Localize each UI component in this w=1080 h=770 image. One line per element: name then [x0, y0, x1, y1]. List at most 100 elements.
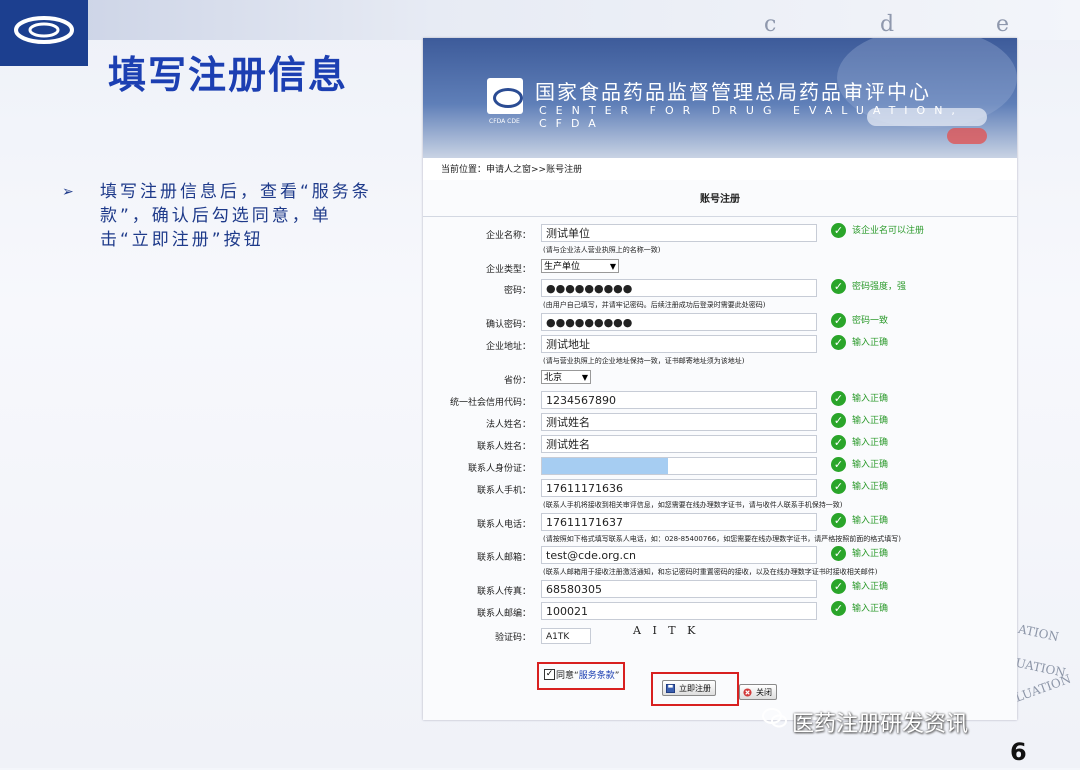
captcha-image[interactable]: A I T K [633, 624, 699, 637]
company-name-input[interactable]: 测试单位 [541, 224, 817, 242]
check-circle-icon: ✓ [831, 313, 846, 328]
slide-title: 填写注册信息 [108, 53, 349, 97]
check-circle-icon: ✓ [831, 391, 846, 406]
agree-terms: ✓ 同意“服务条款” [537, 662, 625, 690]
page-number: 6 [1010, 738, 1027, 766]
company-name-hint: (请与企业法人营业执照上的名称一致) [543, 246, 661, 254]
agree-label: 同意“服务条款” [556, 671, 620, 681]
province-select[interactable]: 北京 ▼ [541, 370, 591, 384]
register-button[interactable]: 立即注册 [662, 680, 716, 696]
watermark-letter-c: c [764, 12, 777, 37]
company-name-label: 企业名称： [485, 231, 531, 241]
company-address-input[interactable]: 测试地址 [541, 335, 817, 353]
contact-postcode-label: 联系人邮编： [476, 609, 531, 619]
contact-email-hint: (联系人邮箱用于接收注册激活通知，和忘记密码时重置密码的接收，以及在线办理数字证… [543, 568, 878, 576]
password-input[interactable]: ●●●●●●●●● [541, 279, 817, 297]
logo-caption: CFDA CDE [489, 118, 520, 125]
credit-code-input[interactable]: 1234567890 [541, 391, 817, 409]
save-icon [666, 684, 675, 693]
contact-phone-label: 联系人电话： [476, 520, 531, 530]
legal-person-input[interactable]: 测试姓名 [541, 413, 817, 431]
site-name-en: CENTER FOR DRUG EVALUATION, CFDA [539, 104, 964, 130]
password-label: 密码： [503, 286, 531, 296]
contact-postcode-status: ✓ 输入正确 [831, 601, 888, 616]
contact-phone-hint: (请按照如下格式填写联系人电话，如：028-85400766，如您需要在线办理数… [543, 535, 901, 543]
close-icon [743, 688, 752, 697]
contact-mobile-status: ✓ 输入正确 [831, 479, 888, 494]
contact-fax-input[interactable]: 68580305 [541, 580, 817, 598]
contact-mobile-input[interactable]: 17611171636 [541, 479, 817, 497]
confirm-password-input[interactable]: ●●●●●●●●● [541, 313, 817, 331]
company-address-label: 企业地址： [485, 342, 531, 352]
check-circle-icon: ✓ [831, 223, 846, 238]
contact-email-status: ✓ 输入正确 [831, 546, 888, 561]
agree-checkbox[interactable]: ✓ [544, 669, 555, 680]
legal-person-label: 法人姓名： [485, 420, 531, 430]
redacted-area [542, 458, 668, 474]
check-circle-icon: ✓ [831, 335, 846, 350]
confirm-password-label: 确认密码： [485, 320, 531, 330]
check-circle-icon: ✓ [831, 279, 846, 294]
terms-link[interactable]: 服务条款 [579, 671, 615, 681]
company-address-hint: (请与营业执照上的企业地址保持一致，证书邮寄地址须为该地址) [543, 357, 745, 365]
password-hint: (由用户自己填写，并请牢记密码。后续注册成功后登录时需要此处密码) [543, 301, 766, 309]
credit-code-label: 统一社会信用代码： [449, 398, 531, 408]
contact-fax-status: ✓ 输入正确 [831, 579, 888, 594]
site-banner: CFDA CDE 国家食品药品监督管理总局药品审评中心 CENTER FOR D… [423, 38, 1017, 158]
contact-mobile-label: 联系人手机： [476, 486, 531, 496]
contact-fax-label: 联系人传真： [476, 587, 531, 597]
company-address-status: ✓ 输入正确 [831, 335, 888, 350]
contact-name-label: 联系人姓名： [476, 442, 531, 452]
cde-logo [0, 0, 88, 66]
form-header: 账号注册 [423, 180, 1017, 217]
contact-id-input[interactable] [541, 457, 817, 475]
legal-person-status: ✓ 输入正确 [831, 413, 888, 428]
bullet-text: 填写注册信息后，查看“服务条款”，确认后勾选同意，单击“立即注册”按钮 [100, 182, 372, 250]
close-button[interactable]: 关闭 [739, 684, 777, 700]
wechat-account-label: 医药注册研发资讯 [792, 712, 969, 737]
contact-mobile-hint: (联系人手机将接收到相关审评信息，如您需要在线办理数字证书，请与收件人联系手机保… [543, 501, 843, 509]
registration-screenshot: CFDA CDE 国家食品药品监督管理总局药品审评中心 CENTER FOR D… [423, 38, 1017, 720]
cde-logo-icon [14, 16, 74, 44]
confirm-password-status: ✓ 密码一致 [831, 313, 888, 328]
corner-word-1: ATION [1016, 621, 1061, 645]
chevron-down-icon: ▼ [609, 262, 616, 271]
captcha-input[interactable]: A1TK [541, 628, 591, 644]
site-name-cn: 国家食品药品监督管理总局药品审评中心 [535, 80, 931, 104]
check-circle-icon: ✓ [831, 457, 846, 472]
contact-email-label: 联系人邮箱： [476, 553, 531, 563]
wechat-icon [762, 708, 787, 728]
cfda-logo-icon [487, 78, 523, 114]
check-circle-icon: ✓ [831, 513, 846, 528]
company-type-label: 企业类型： [485, 265, 531, 275]
chevron-down-icon: ▼ [581, 373, 588, 382]
form-title: 账号注册 [700, 194, 740, 205]
contact-phone-input[interactable]: 17611171637 [541, 513, 817, 531]
contact-postcode-input[interactable]: 100021 [541, 602, 817, 620]
arrow-right-icon: ➢ [62, 184, 77, 200]
slide-top-band [0, 0, 1080, 40]
captcha-label: 验证码： [494, 633, 531, 643]
check-circle-icon: ✓ [831, 546, 846, 561]
check-circle-icon: ✓ [831, 579, 846, 594]
watermark-letter-d: d [880, 12, 895, 37]
breadcrumb: 当前位置：申请人之窗>>账号注册 [441, 165, 583, 175]
bullet-point: ➢ 填写注册信息后，查看“服务条款”，确认后勾选同意，单击“立即注册”按钮 [62, 180, 372, 252]
contact-name-status: ✓ 输入正确 [831, 435, 888, 450]
contact-id-label: 联系人身份证： [467, 464, 531, 474]
submit-highlight: 立即注册 [651, 672, 739, 706]
contact-name-input[interactable]: 测试姓名 [541, 435, 817, 453]
company-type-select[interactable]: 生产单位 ▼ [541, 259, 619, 273]
province-label: 省份： [503, 376, 531, 386]
contact-phone-status: ✓ 输入正确 [831, 513, 888, 528]
contact-email-input[interactable]: test@cde.org.cn [541, 546, 817, 564]
check-circle-icon: ✓ [831, 479, 846, 494]
watermark-letter-e: e [996, 12, 1010, 37]
contact-id-status: ✓ 输入正确 [831, 457, 888, 472]
check-circle-icon: ✓ [831, 435, 846, 450]
password-status: ✓ 密码强度，强 [831, 279, 906, 294]
check-circle-icon: ✓ [831, 413, 846, 428]
credit-code-status: ✓ 输入正确 [831, 391, 888, 406]
company-name-status: ✓ 该企业名可以注册 [831, 223, 924, 238]
check-circle-icon: ✓ [831, 601, 846, 616]
